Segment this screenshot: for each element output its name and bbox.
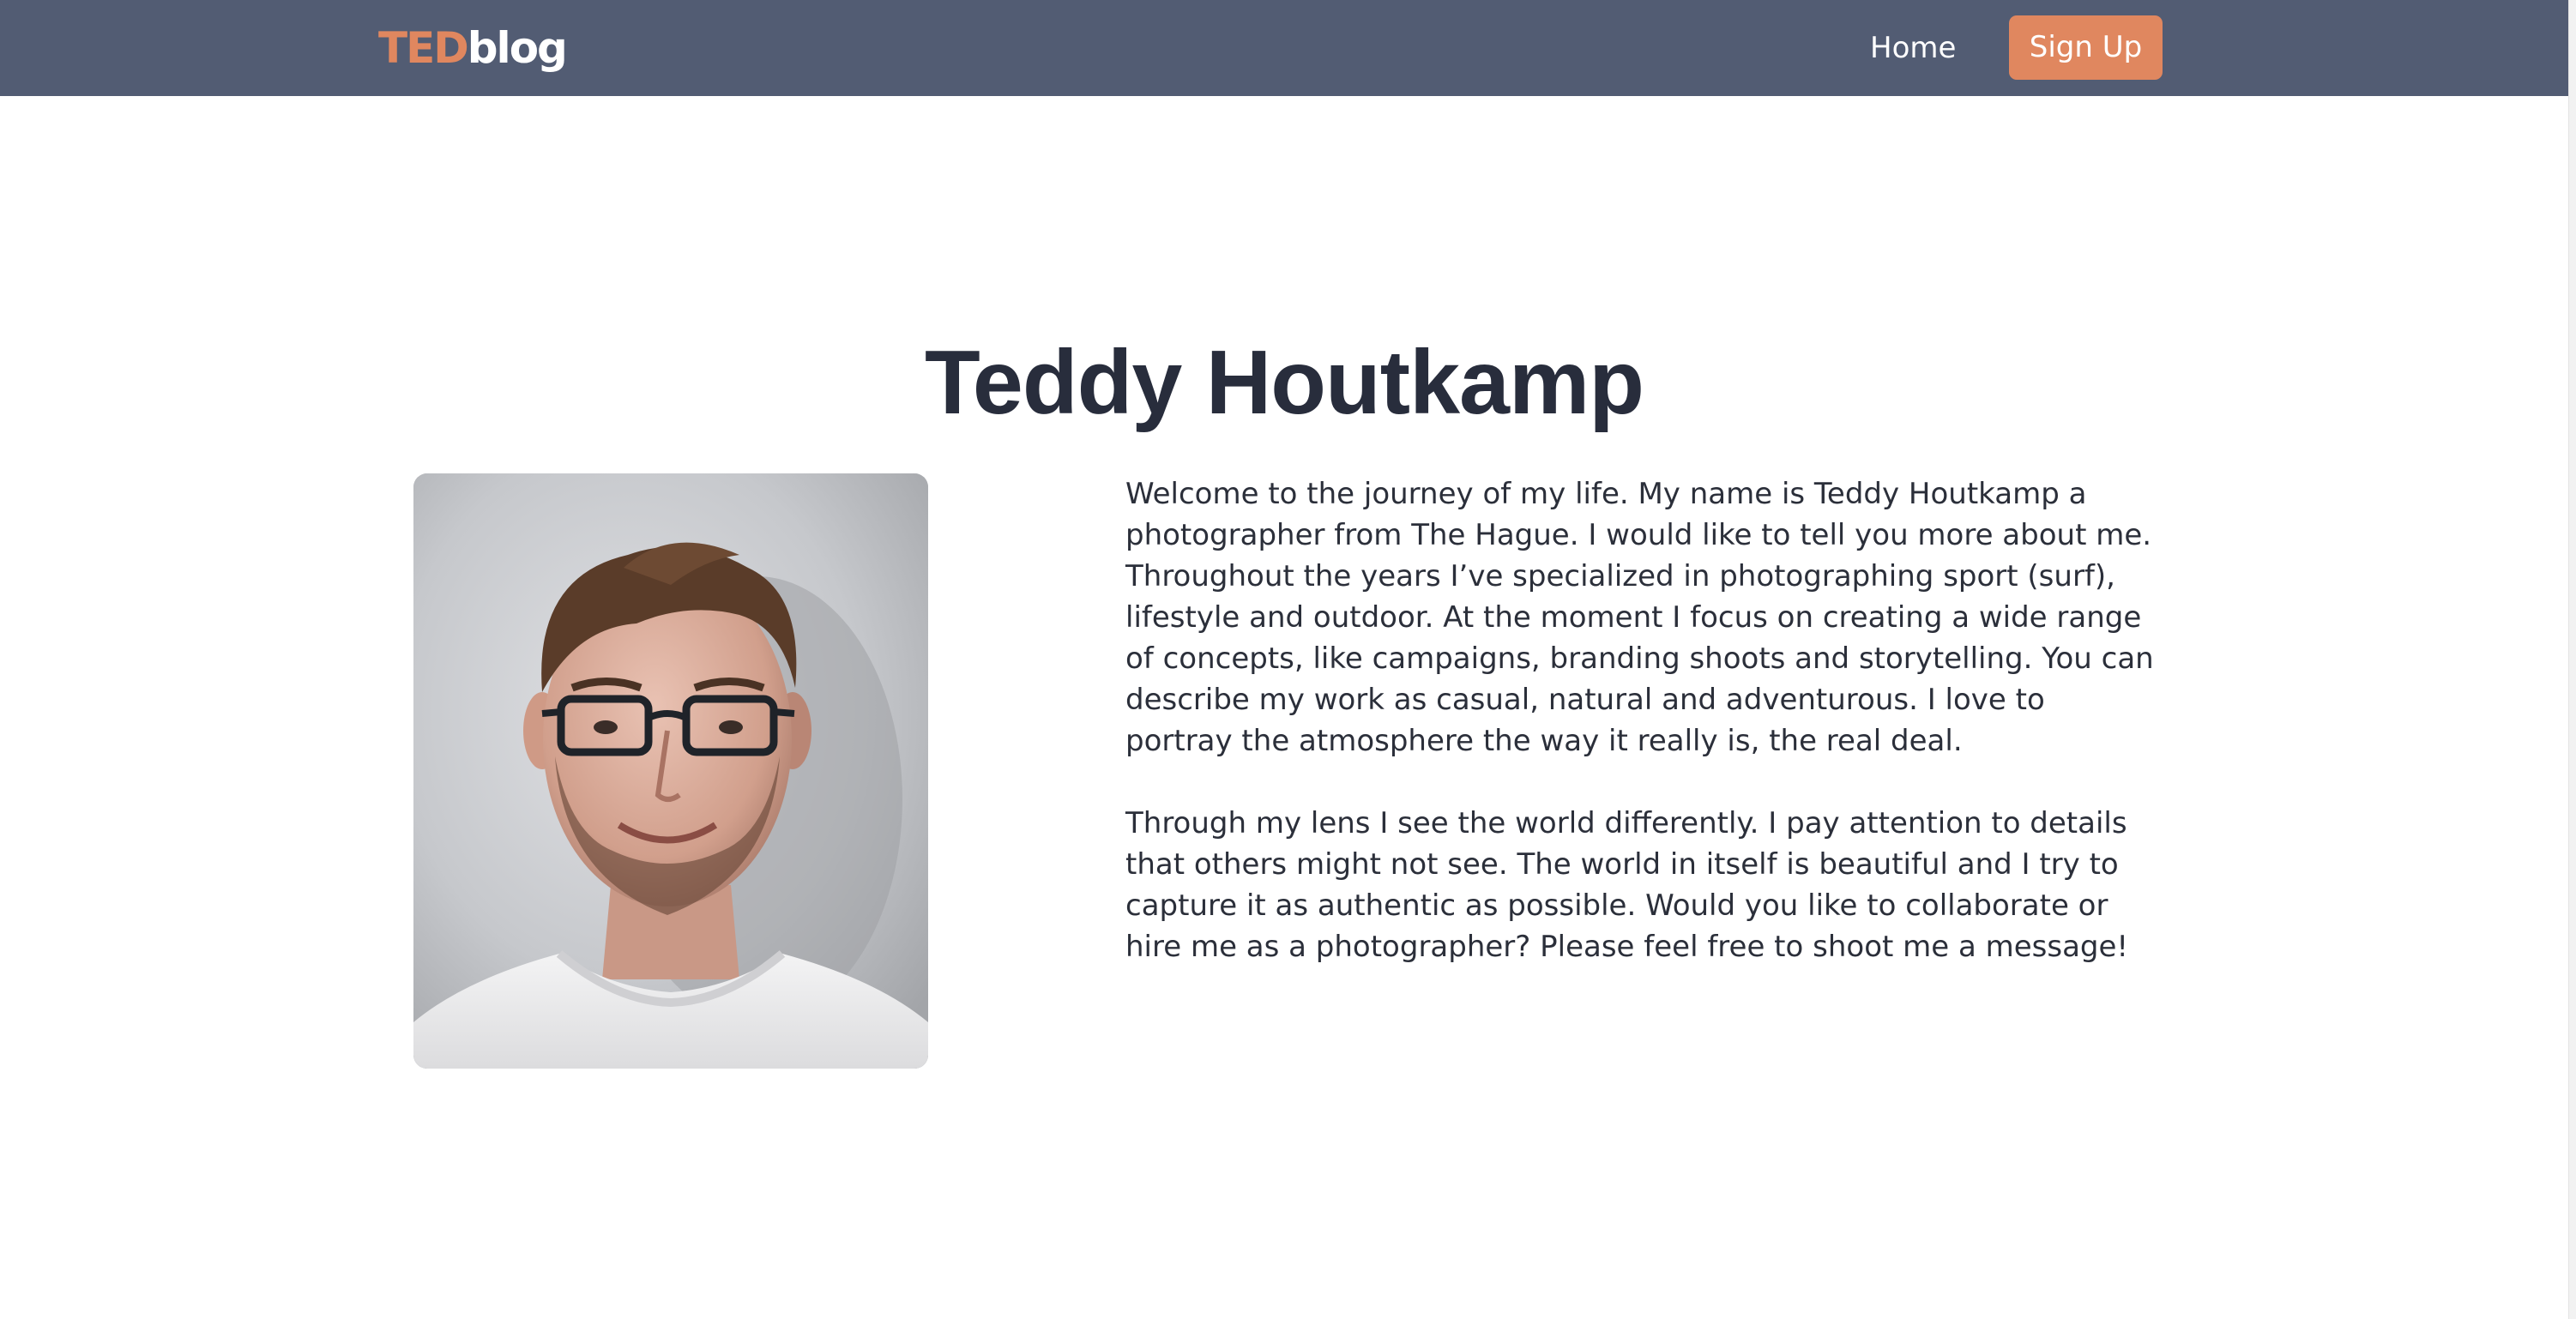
page-title: Teddy Houtkamp xyxy=(925,332,1644,434)
page-scrollbar[interactable] xyxy=(2568,0,2576,1319)
sign-up-button[interactable]: Sign Up xyxy=(2009,15,2163,80)
site-logo[interactable]: TEDblog xyxy=(378,23,568,73)
bio-paragraph-2: Through my lens I see the world differen… xyxy=(1125,806,2129,964)
bio-paragraph-1: Welcome to the journey of my life. My na… xyxy=(1125,477,2154,758)
bio-text: Welcome to the journey of my life. My na… xyxy=(1125,473,2155,1009)
logo-blog-text: blog xyxy=(467,23,568,73)
top-navbar: TEDblog Home Sign Up xyxy=(0,0,2568,96)
logo-ted-text: TED xyxy=(378,23,469,73)
nav-home-link[interactable]: Home xyxy=(1870,24,1956,72)
profile-photo xyxy=(413,473,928,1069)
